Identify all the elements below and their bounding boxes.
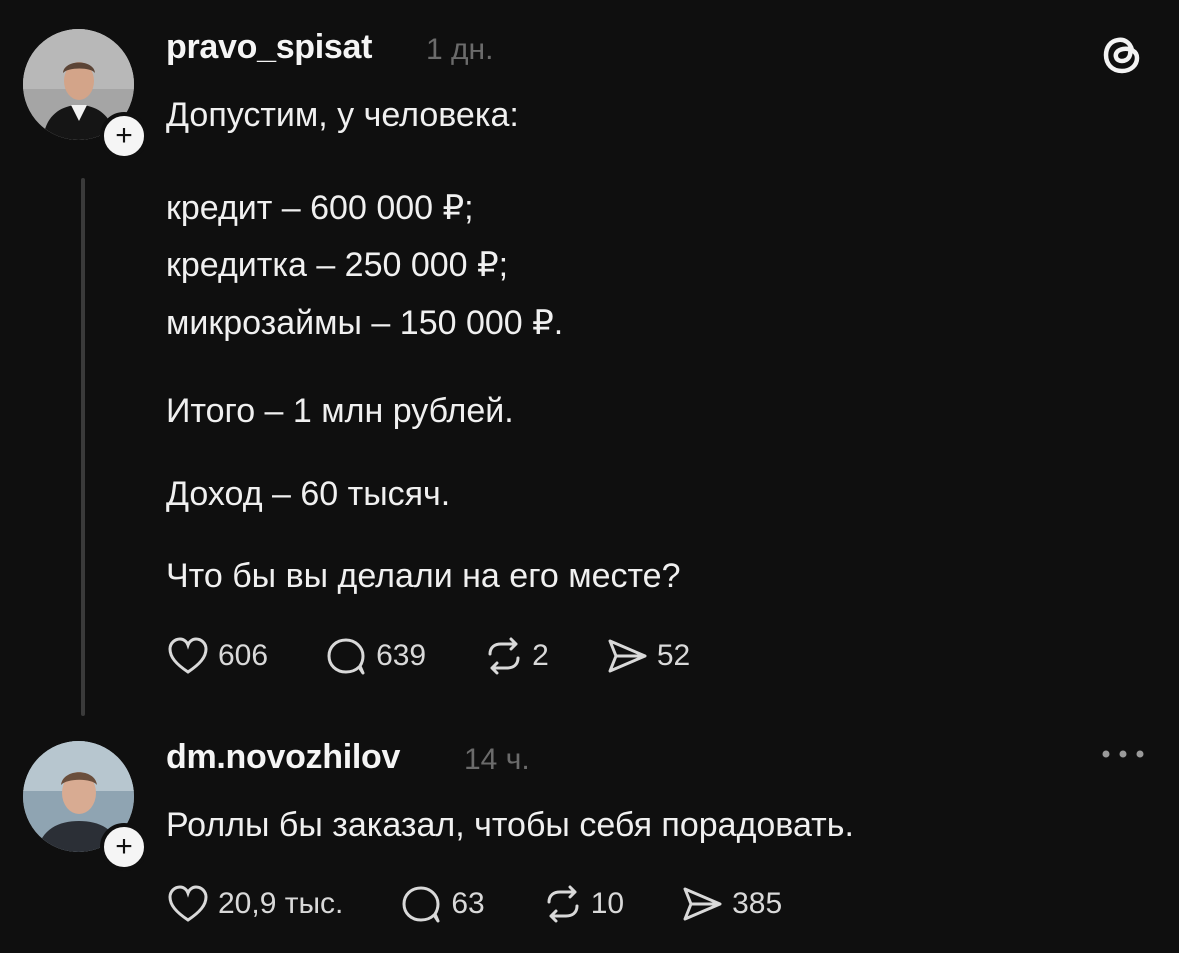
repost-count: 10 (590, 887, 625, 920)
repost-count: 2 (532, 639, 549, 672)
reply-count: 63 (451, 887, 485, 920)
post-text-line: кредитка – 250 000 ₽; (166, 246, 509, 284)
like-button[interactable]: 606 (166, 636, 268, 676)
post-text-line: Итого – 1 млн рублей. (166, 392, 514, 430)
repost-icon (547, 885, 579, 923)
reply-username[interactable]: dm.novozhilov (166, 738, 400, 777)
like-count: 20,9 тыс. (218, 887, 344, 920)
post-text-line: микрозаймы – 150 000 ₽. (166, 304, 564, 342)
post-time: 1 дн. (426, 33, 494, 66)
follow-button[interactable]: + (100, 112, 148, 160)
share-count: 385 (732, 887, 783, 920)
comment-icon (327, 638, 365, 675)
repost-button[interactable]: 2 (482, 636, 549, 676)
repost-button[interactable]: 10 (541, 884, 624, 924)
share-count: 52 (656, 639, 691, 672)
more-icon[interactable] (1098, 744, 1148, 764)
threads-logo-icon[interactable] (1096, 28, 1148, 80)
reply-text: Роллы бы заказал, чтобы себя порадовать. (166, 806, 854, 844)
post-text-line: Допустим, у человека: (166, 96, 519, 134)
like-button[interactable]: 20,9 тыс. (166, 884, 343, 924)
like-count: 606 (218, 639, 269, 672)
reply-button[interactable]: 63 (399, 884, 485, 924)
repost-icon (488, 637, 520, 675)
share-button[interactable]: 52 (605, 636, 690, 676)
reply-count: 639 (376, 639, 427, 672)
comment-icon (402, 886, 440, 923)
post-text-line: Доход – 60 тысяч. (166, 475, 451, 513)
post-actions: 606 639 2 52 (166, 636, 690, 676)
thread-line (81, 178, 85, 716)
post-text-line: Что бы вы делали на его месте? (166, 557, 681, 595)
reply-time: 14 ч. (464, 743, 530, 776)
post-username[interactable]: pravo_spisat (166, 28, 372, 67)
reply-button[interactable]: 639 (324, 636, 426, 676)
heart-icon (168, 885, 208, 922)
follow-button[interactable]: + (100, 823, 148, 871)
share-icon (608, 639, 647, 673)
share-button[interactable]: 385 (680, 884, 782, 924)
heart-icon (168, 637, 208, 674)
post-text-line: кредит – 600 000 ₽; (166, 189, 474, 227)
reply-actions: 20,9 тыс. 63 10 385 (166, 884, 782, 924)
share-icon (683, 887, 722, 921)
